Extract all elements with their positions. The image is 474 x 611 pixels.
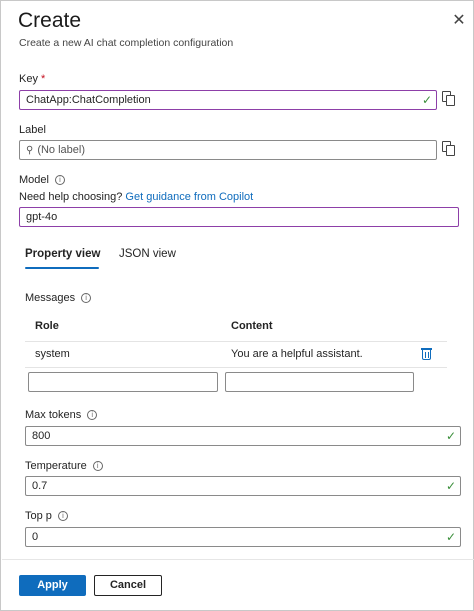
copy-icon[interactable] [442, 91, 456, 107]
valid-check-icon: ✓ [445, 429, 456, 443]
message-role-cell: system [35, 348, 70, 360]
key-input[interactable]: ChatApp:ChatCompletion ✓ [19, 90, 437, 110]
copy-icon[interactable] [442, 141, 456, 157]
create-panel: Create Create a new AI chat completion c… [0, 0, 474, 611]
info-icon[interactable]: i [87, 410, 98, 420]
top-p-value: 0 [32, 531, 39, 543]
max-tokens-label: Max tokens i [25, 409, 98, 421]
top-p-label: Top pi [25, 510, 68, 522]
model-input-value: gpt-4o [26, 211, 58, 223]
active-tab-indicator [25, 267, 99, 269]
table-divider [25, 341, 447, 342]
temperature-value: 0.7 [32, 480, 48, 492]
required-asterisk: * [40, 73, 46, 85]
delete-icon[interactable] [421, 347, 432, 361]
max-tokens-value: 800 [32, 430, 51, 442]
info-icon[interactable]: i [81, 293, 92, 303]
label-placeholder: (No label) [37, 144, 86, 156]
info-icon[interactable]: i [57, 511, 68, 521]
top-p-input[interactable]: 0 ✓ [25, 527, 461, 547]
label-label: Label [19, 124, 46, 136]
search-icon: ⚲ [26, 145, 34, 156]
copilot-guidance-link[interactable]: Get guidance from Copilot [125, 191, 253, 203]
column-header-role: Role [35, 320, 59, 332]
panel-title: Create [18, 9, 82, 32]
valid-check-icon: ✓ [445, 479, 456, 493]
table-divider [25, 367, 447, 368]
temperature-input[interactable]: 0.7 ✓ [25, 476, 461, 496]
info-icon[interactable]: i [92, 461, 103, 471]
tab-property-view[interactable]: Property view [25, 248, 100, 260]
label-input[interactable]: ⚲ (No label) [19, 140, 437, 160]
new-content-input[interactable] [225, 372, 414, 392]
message-content-cell: You are a helpful assistant. [231, 348, 363, 360]
model-input[interactable]: gpt-4o [19, 207, 459, 227]
valid-check-icon: ✓ [445, 530, 456, 544]
new-role-input[interactable] [28, 372, 218, 392]
key-input-value: ChatApp:ChatCompletion [26, 94, 151, 106]
key-label: Key * [19, 73, 46, 85]
footer-divider [2, 559, 474, 560]
panel-subtitle: Create a new AI chat completion configur… [19, 37, 234, 49]
column-header-content: Content [231, 320, 273, 332]
messages-label: Messages i [25, 292, 92, 304]
cancel-button[interactable]: Cancel [94, 575, 162, 596]
info-icon[interactable]: i [54, 175, 65, 185]
apply-button[interactable]: Apply [19, 575, 86, 596]
temperature-label: Temperature i [25, 460, 103, 472]
model-label: Model i [19, 174, 65, 186]
tab-json-view[interactable]: JSON view [119, 248, 176, 260]
model-help: Need help choosing? Get guidance from Co… [19, 191, 253, 203]
help-text: Need help choosing? [19, 191, 123, 203]
close-icon[interactable]: ✕ [451, 13, 467, 29]
max-tokens-input[interactable]: 800 ✓ [25, 426, 461, 446]
valid-check-icon: ✓ [421, 93, 432, 107]
